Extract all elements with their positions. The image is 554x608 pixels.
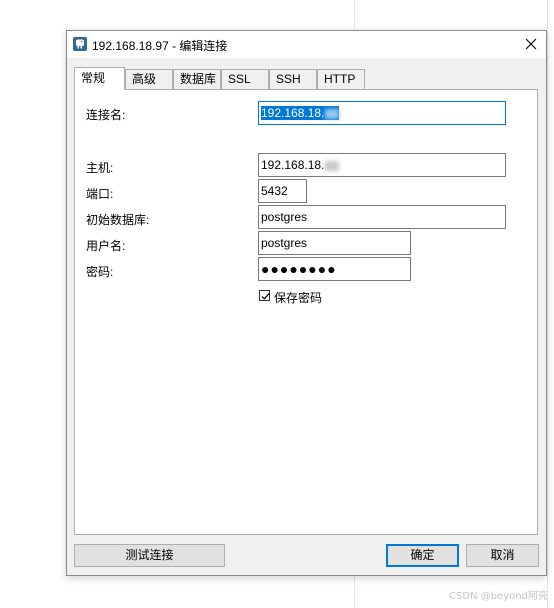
ok-button[interactable]: 确定 [386,544,459,567]
watermark: CSDN @beyond阿亮 [449,591,548,602]
password-label: 密码: [86,265,114,279]
connection-name-input[interactable]: 192.168.18. [258,101,506,125]
initial-database-value: postgres [261,210,308,224]
general-tab-panel: 连接名: 192.168.18. 主机: 192.168.18. 端口: 543… [74,89,538,535]
tab-ssl[interactable]: SSL [221,69,269,89]
host-label: 主机: [86,161,114,175]
connection-name-value: 192.168.18. [261,106,325,120]
initial-database-label: 初始数据库: [86,213,150,227]
postgresql-elephant-icon [73,37,87,51]
save-password-label: 保存密码 [274,291,323,305]
tab-general[interactable]: 常规 [74,67,125,90]
port-label: 端口: [86,187,114,201]
tab-databases[interactable]: 数据库 [173,69,221,89]
initial-database-input[interactable]: postgres [258,205,506,229]
title-bar[interactable]: 192.168.18.97 - 编辑连接 [67,31,546,58]
test-connection-button[interactable]: 测试连接 [74,544,225,567]
host-input[interactable]: 192.168.18. [258,153,506,177]
save-password-checkbox-row[interactable]: 保存密码 [259,289,349,305]
save-password-checkbox[interactable] [259,290,270,301]
host-value: 192.168.18. [261,158,325,172]
background-divider [547,0,548,608]
username-value: postgres [261,236,308,250]
port-input[interactable]: 5432 [258,179,307,203]
tab-advanced[interactable]: 高级 [125,69,173,89]
password-value: ●●●●●●●● [261,261,337,277]
tab-ssh[interactable]: SSH [269,69,317,89]
redaction-blur [325,160,340,171]
cancel-button[interactable]: 取消 [466,544,539,567]
tab-http[interactable]: HTTP [317,69,365,89]
username-label: 用户名: [86,239,126,253]
window-title: 192.168.18.97 - 编辑连接 [92,39,228,53]
edit-connection-dialog: 192.168.18.97 - 编辑连接 常规 高级 数据库 SSL SSH H… [66,30,547,576]
close-icon [525,38,537,50]
checkmark-icon [261,293,270,300]
password-input[interactable]: ●●●●●●●● [258,257,411,281]
port-value: 5432 [261,184,288,198]
username-input[interactable]: postgres [258,231,411,255]
connection-name-label: 连接名: [86,108,126,122]
close-button[interactable] [516,31,546,58]
redaction-blur [325,108,340,119]
